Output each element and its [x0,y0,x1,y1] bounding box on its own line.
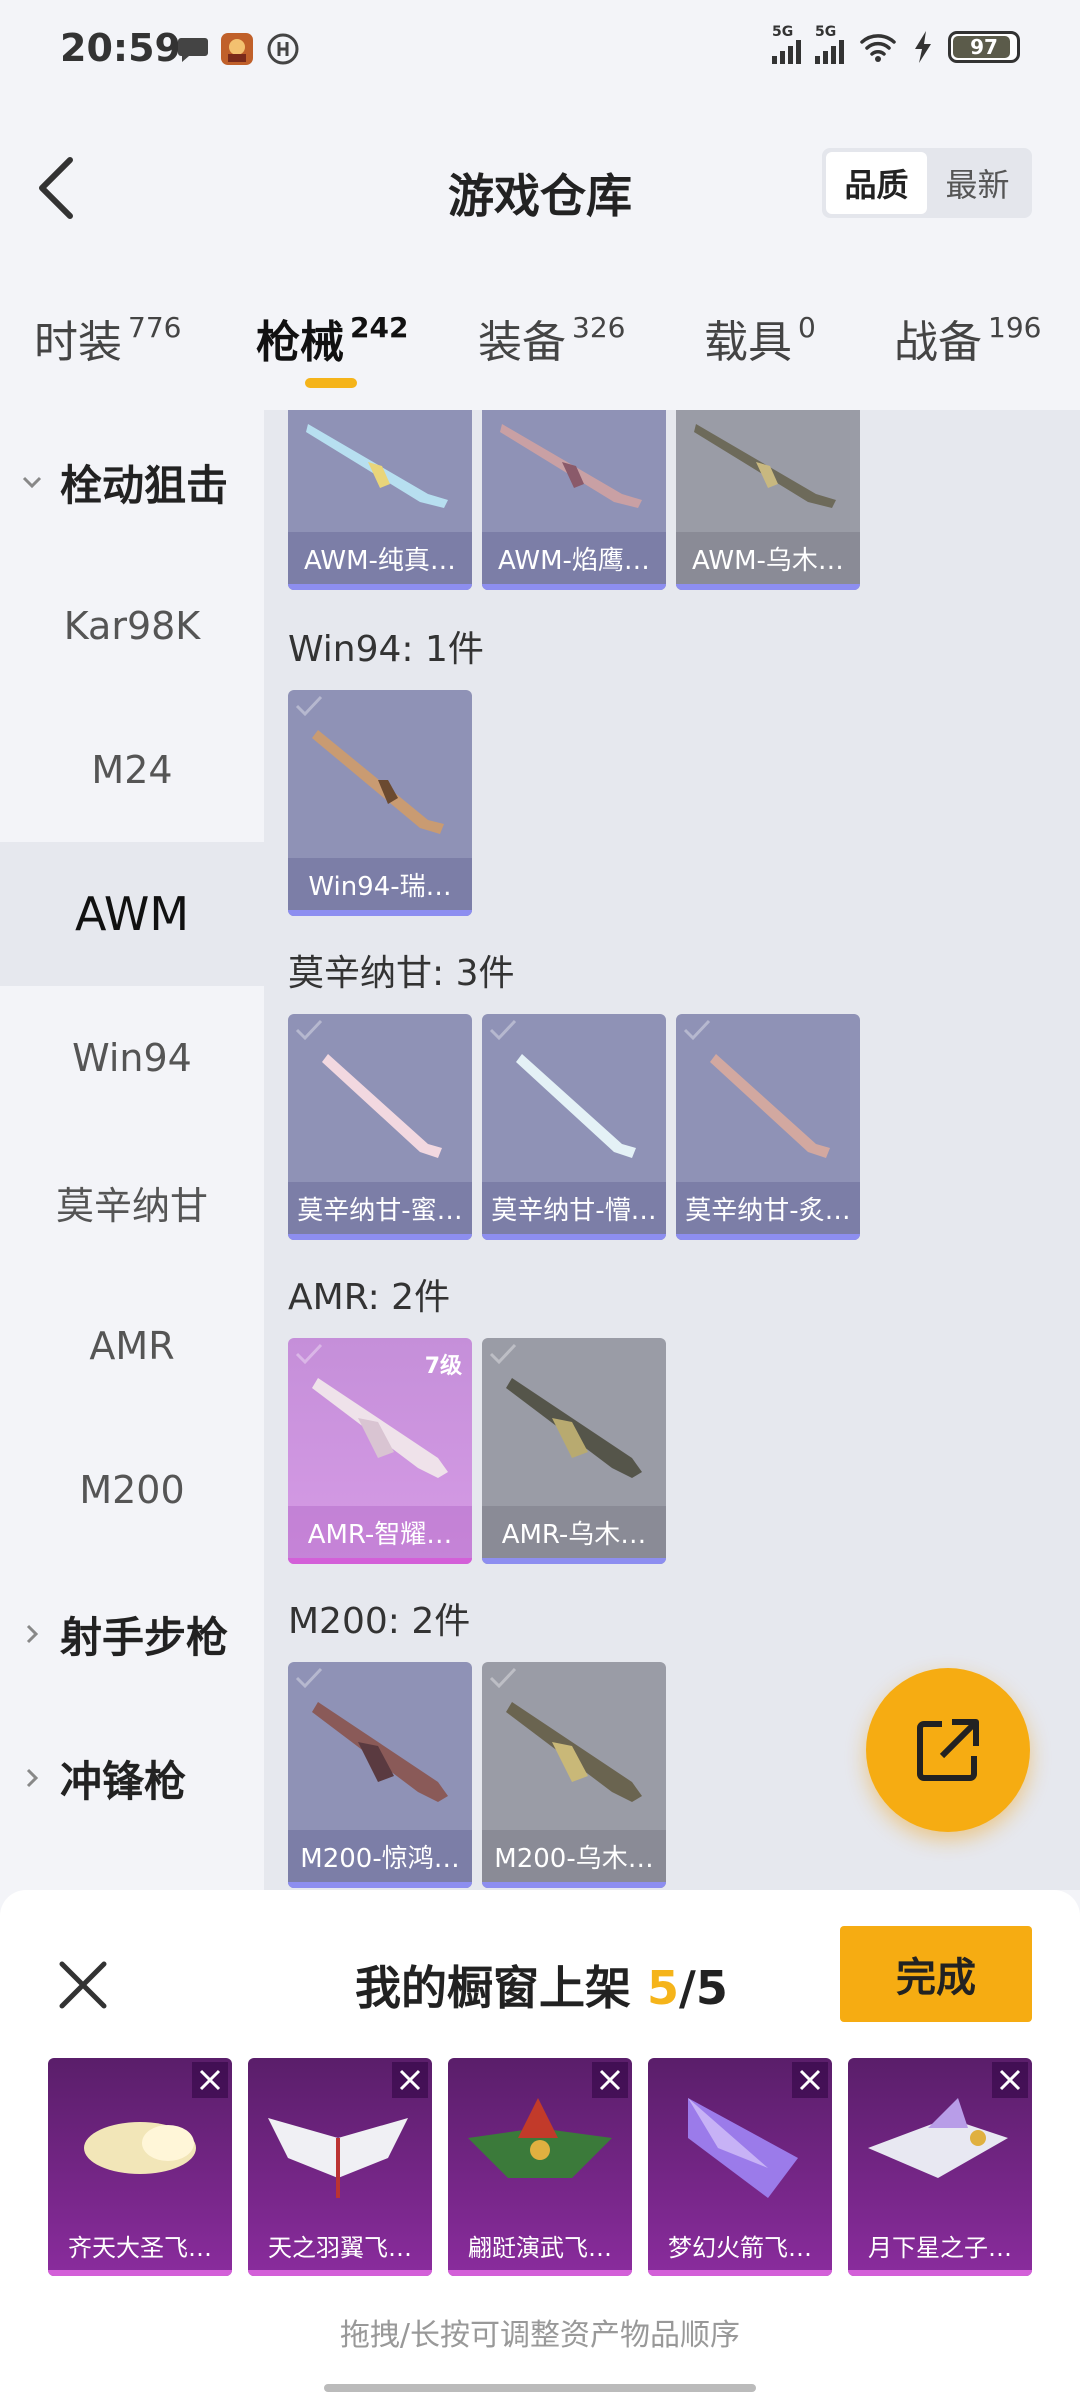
rocket-glider-icon [688,2098,798,2198]
sort-toggle: 品质 最新 [822,148,1032,218]
item-card[interactable]: 莫辛纳甘-炙… [676,1014,860,1240]
wifi-icon [860,34,896,62]
item-card[interactable]: 7级 AMR-智耀… [288,1338,472,1564]
showcase-slot[interactable]: 齐天大圣飞… [48,2058,232,2276]
wing-glider-icon [268,2118,408,2198]
item-card[interactable]: 莫辛纳甘-懵… [482,1014,666,1240]
sort-newest-button[interactable]: 最新 [927,152,1028,214]
game-app-icon [221,33,253,65]
showcase-sheet: 我的橱窗上架 5/5 完成 齐天大圣飞… 天之羽翼飞… 翩跹演武飞… 梦幻火箭飞… [0,1890,1080,2400]
tab-fashion[interactable]: 时装 776 [34,306,181,370]
cloud-glider-icon [84,2122,196,2174]
item-card[interactable]: AWM-乌木… [676,410,860,590]
home-indicator[interactable] [324,2384,756,2392]
showcase-slot[interactable]: 月下星之子… [848,2058,1032,2276]
sidebar-item-m24[interactable]: M24 [0,698,264,842]
done-button[interactable]: 完成 [840,1926,1032,2022]
rifle-icon [694,424,836,508]
sidebar-item-kar98k[interactable]: Kar98K [0,554,264,698]
sidebar-item-awm[interactable]: AWM [0,842,264,986]
showcase-slot[interactable]: 天之羽翼飞… [248,2058,432,2276]
rifle-icon [500,424,642,508]
section-title-m200: M200: 2件 [288,1601,471,1642]
reorder-hint: 拖拽/长按可调整资产物品顺序 [339,2318,741,2353]
share-icon [917,1719,979,1781]
rifle-icon [506,1378,642,1478]
showcase-slot[interactable]: 翩跹演武飞… [448,2058,632,2276]
item-card[interactable]: AWM-纯真… [288,410,472,590]
sidebar-item-amr[interactable]: AMR [0,1274,264,1418]
section-title-mosin: 莫辛纳甘: 3件 [288,953,515,994]
item-card[interactable]: 莫辛纳甘-蜜… [288,1014,472,1240]
section-title-amr: AMR: 2件 [288,1277,451,1318]
dragon-glider-icon [468,2098,612,2178]
notification-icon [267,33,299,65]
chevron-right-icon [26,1768,39,1788]
sidebar-item-win94[interactable]: Win94 [0,986,264,1130]
sidebar: 栓动狙击 Kar98K M24 AWM Win94 莫辛纳甘 AMR M200 … [0,410,264,1890]
sidebar-item-mosin[interactable]: 莫辛纳甘 [0,1130,264,1274]
rifle-icon [516,1054,636,1158]
sidebar-group-marksman[interactable]: 射手步枪 [0,1562,264,1706]
item-card[interactable]: M200-惊鸿… [288,1662,472,1888]
chevron-right-icon [26,1624,39,1644]
category-tabs: 时装 776 枪械 242 装备 326 载具 0 战备 196 [0,290,1080,410]
cellular-signal-icon-2: 5G [815,24,844,64]
rifle-icon [312,1702,448,1802]
showcase-title: 我的橱窗上架 5/5 [355,1961,728,2015]
tab-equipment[interactable]: 装备 326 [478,306,625,370]
status-bar: 20:59 5G 5G 97 [0,0,1080,100]
item-card[interactable]: AMR-乌木… [482,1338,666,1564]
header: 游戏仓库 品质 最新 [0,100,1080,275]
close-icon[interactable] [56,1958,110,2012]
rifle-icon [312,730,444,834]
sidebar-item-m200[interactable]: M200 [0,1418,264,1562]
charging-icon [915,31,931,63]
tab-battle-gear[interactable]: 战备 196 [894,306,1041,370]
chevron-down-icon [22,476,42,489]
sort-quality-button[interactable]: 品质 [826,152,927,214]
item-card[interactable]: M200-乌木… [482,1662,666,1888]
status-time: 20:59 [60,26,181,70]
tab-vehicles[interactable]: 载具 0 [704,306,816,370]
plane-glider-icon [868,2098,1008,2178]
sidebar-group-smg[interactable]: 冲锋枪 [0,1706,264,1850]
tab-guns[interactable]: 枪械 242 [256,306,408,370]
rifle-icon [312,1378,448,1478]
rifle-icon [710,1054,830,1158]
item-card[interactable]: AWM-焰鹰… [482,410,666,590]
rifle-icon [306,424,448,508]
showcase-slot[interactable]: 梦幻火箭飞… [648,2058,832,2276]
rifle-icon [322,1054,442,1158]
message-icon [178,38,208,62]
active-tab-indicator [305,378,357,388]
rifle-icon [506,1702,642,1802]
share-button[interactable] [866,1668,1030,1832]
sidebar-group-bolt-action[interactable]: 栓动狙击 [0,410,264,554]
section-title-win94: Win94: 1件 [288,629,484,670]
battery-icon: 97 [948,31,1020,63]
item-card[interactable]: Win94-瑞… [288,690,472,916]
cellular-signal-icon: 5G [772,24,801,64]
